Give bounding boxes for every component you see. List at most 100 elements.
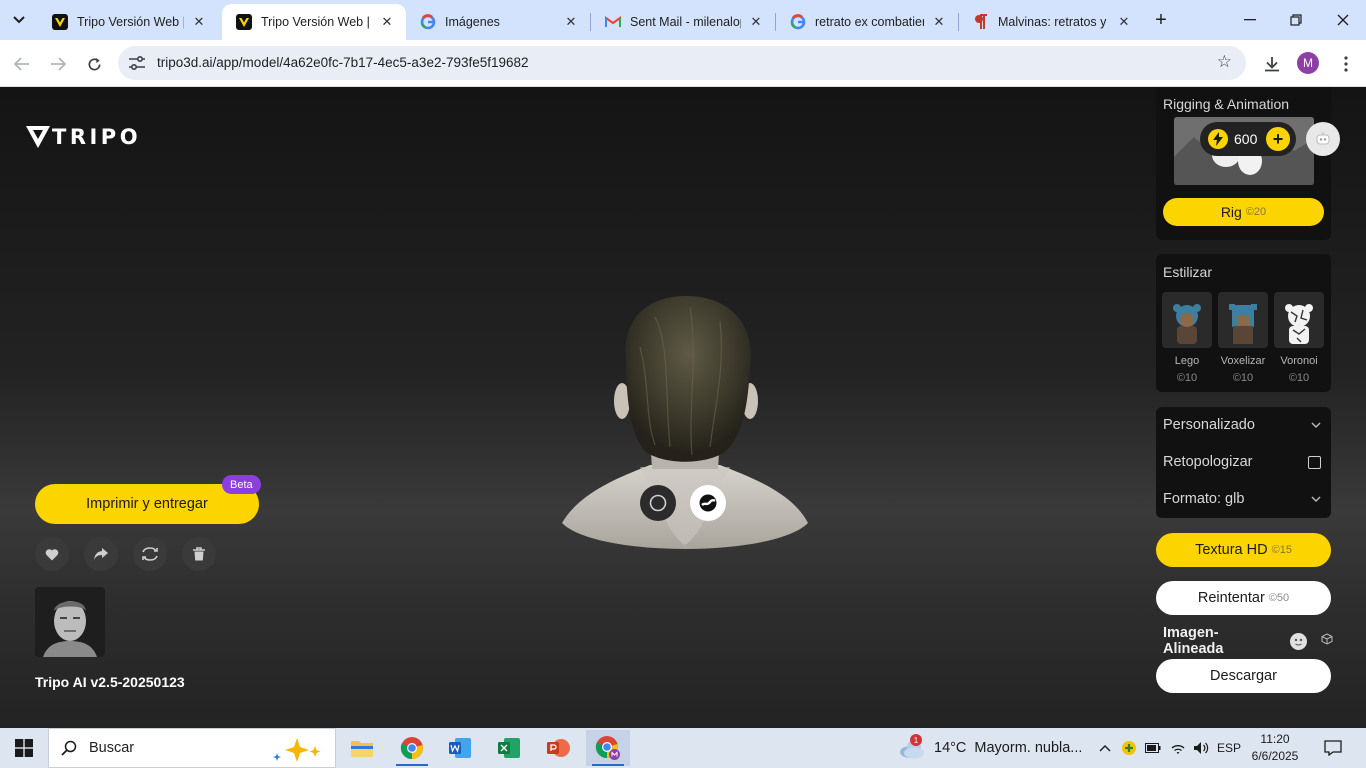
chrome-profile-icon[interactable] — [586, 730, 630, 766]
share-button[interactable] — [84, 537, 118, 571]
word-icon[interactable] — [438, 730, 482, 766]
style-option-lego[interactable]: Lego ©10 — [1162, 292, 1212, 384]
tripo-icon — [52, 14, 68, 30]
tripo-icon — [236, 14, 252, 30]
windows-start-icon[interactable] — [0, 728, 48, 768]
weather-widget[interactable]: 1 14°C Mayorm. nubla... — [898, 728, 1082, 768]
close-tab-icon[interactable]: ✕ — [930, 13, 948, 31]
input-language[interactable]: ESP — [1214, 728, 1244, 768]
site-settings-icon[interactable] — [128, 55, 146, 71]
style-label: Voronoi — [1280, 355, 1318, 367]
system-clock[interactable]: 11:20 6/6/2025 — [1244, 731, 1306, 765]
powerpoint-icon[interactable] — [536, 730, 580, 766]
rig-button[interactable]: Rig ©20 — [1163, 198, 1324, 226]
style-option-voronoi[interactable]: Voronoi ©10 — [1274, 292, 1324, 384]
address-bar[interactable]: tripo3d.ai/app/model/4a62e0fc-7b17-4ec5-… — [118, 46, 1246, 80]
logo-text: TRIPO — [52, 125, 142, 149]
google-icon — [790, 14, 806, 30]
weather-alert-badge: 1 — [910, 734, 922, 746]
battery-icon[interactable] — [1143, 728, 1163, 768]
tray-chevron-up-icon[interactable] — [1095, 728, 1115, 768]
tab-title: Malvinas: retratos y p — [998, 15, 1109, 29]
hd-texture-button[interactable]: Textura HD ©15 — [1156, 533, 1331, 567]
search-placeholder: Buscar — [89, 740, 135, 756]
google-icon — [420, 14, 436, 30]
format-dropdown[interactable]: Formato: glb — [1163, 489, 1321, 509]
cube-icon[interactable] — [1321, 633, 1333, 649]
model-viewport[interactable]: TRIPO Imprimir y entregar Beta Tripo AI … — [0, 87, 1366, 728]
chrome-icon[interactable] — [390, 730, 434, 766]
excel-icon[interactable] — [487, 730, 531, 766]
source-image-thumbnail[interactable] — [35, 587, 105, 657]
windows-taskbar: Buscar 1 14°C Mayorm. nubla... ESP 11:20… — [0, 728, 1366, 768]
browser-tab-active[interactable]: Tripo Versión Web | D ✕ — [222, 4, 406, 40]
chevron-down-icon — [1311, 493, 1321, 505]
3d-model-preview[interactable] — [560, 287, 810, 549]
forward-arrow-icon[interactable] — [44, 50, 72, 78]
close-tab-icon[interactable]: ✕ — [1115, 13, 1133, 31]
aligned-image-row: Imagen-Alineada — [1163, 625, 1333, 657]
rig-cost: ©20 — [1245, 206, 1267, 218]
browser-tab[interactable]: Malvinas: retratos y p ✕ — [959, 4, 1143, 40]
new-tab-icon[interactable]: + — [1150, 8, 1172, 32]
wireframe-toggle[interactable] — [640, 485, 676, 521]
wireframe-sphere-icon — [649, 494, 667, 512]
hd-texture-label: Textura HD — [1195, 542, 1268, 558]
browser-toolbar: tripo3d.ai/app/model/4a62e0fc-7b17-4ec5-… — [0, 40, 1366, 87]
tripo-logo[interactable]: TRIPO — [26, 125, 141, 149]
delete-button[interactable] — [182, 537, 216, 571]
regenerate-button[interactable] — [133, 537, 167, 571]
retopology-toggle[interactable]: Retopologizar — [1163, 452, 1321, 472]
like-button[interactable] — [35, 537, 69, 571]
retopology-label: Retopologizar — [1163, 454, 1253, 470]
wifi-icon[interactable] — [1167, 728, 1189, 768]
back-arrow-icon[interactable] — [8, 50, 36, 78]
browser-tab-strip: Tripo Versión Web | D ✕ Tripo Versión We… — [0, 0, 1366, 40]
reload-icon[interactable] — [80, 50, 108, 78]
update-badge-icon[interactable] — [1119, 728, 1139, 768]
profile-avatar[interactable]: M — [1297, 52, 1319, 74]
file-explorer-icon[interactable] — [340, 730, 384, 766]
download-button[interactable]: Descargar — [1156, 659, 1331, 693]
retry-label: Reintentar — [1197, 590, 1265, 606]
rig-button-label: Rig — [1220, 204, 1242, 220]
voronoi-bear-image — [1274, 292, 1324, 348]
url-text: tripo3d.ai/app/model/4a62e0fc-7b17-4ec5-… — [157, 55, 529, 70]
tab-title: Tripo Versión Web | D — [77, 15, 184, 29]
texture-toggle[interactable] — [690, 485, 726, 521]
browser-tab[interactable]: Imágenes ✕ — [406, 4, 590, 40]
pilcrow-icon — [973, 14, 989, 30]
bookmark-star-icon[interactable]: ☆ — [1217, 52, 1232, 72]
rigging-title: Rigging & Animation — [1163, 96, 1290, 112]
tab-search-chevron-icon[interactable] — [6, 8, 32, 32]
close-tab-icon[interactable]: ✕ — [378, 13, 396, 31]
retry-button[interactable]: Reintentar ©50 — [1156, 581, 1331, 615]
style-label: Lego — [1174, 355, 1200, 367]
browser-tab[interactable]: Sent Mail - milenalop ✕ — [591, 4, 775, 40]
restore-icon[interactable] — [1273, 6, 1319, 34]
close-tab-icon[interactable]: ✕ — [747, 13, 765, 31]
browser-tab[interactable]: Tripo Versión Web | D ✕ — [38, 4, 218, 40]
retopology-checkbox[interactable] — [1308, 455, 1321, 469]
notification-center-icon[interactable] — [1318, 728, 1348, 768]
add-credits-button[interactable]: + — [1266, 127, 1290, 151]
share-arrow-icon — [94, 548, 108, 560]
download-icon[interactable] — [1258, 50, 1286, 78]
custom-option-label: Personalizado — [1163, 417, 1255, 433]
close-window-icon[interactable] — [1320, 6, 1366, 34]
taskbar-search-box[interactable]: Buscar — [48, 728, 336, 768]
close-tab-icon[interactable]: ✕ — [562, 13, 580, 31]
browser-tab[interactable]: retrato ex combatien ✕ — [776, 4, 958, 40]
retry-cost: ©50 — [1268, 592, 1290, 604]
close-tab-icon[interactable]: ✕ — [190, 13, 208, 31]
volume-icon[interactable] — [1191, 728, 1211, 768]
user-avatar[interactable] — [1306, 122, 1340, 156]
gmail-icon — [605, 14, 621, 30]
custom-option-dropdown[interactable]: Personalizado — [1163, 415, 1321, 435]
face-icon[interactable] — [1290, 632, 1307, 650]
style-option-voxel[interactable]: Voxelizar ©10 — [1218, 292, 1268, 384]
browser-menu-icon[interactable] — [1332, 50, 1360, 78]
minimize-icon[interactable] — [1227, 6, 1273, 34]
model-version-label: Tripo AI v2.5-20250123 — [35, 674, 185, 690]
credits-balance[interactable]: 600 + — [1200, 122, 1296, 156]
